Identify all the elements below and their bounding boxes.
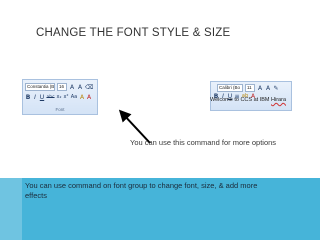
font-name-combo[interactable]: Constantia (Body — [25, 83, 55, 91]
format-painter-icon[interactable]: ✎ — [273, 85, 279, 92]
font-group-label: Font — [55, 107, 65, 112]
superscript-button[interactable]: x² — [63, 94, 69, 101]
annotation-text: You can use this command for more option… — [130, 138, 277, 147]
footer-text: You can use command on font group to cha… — [25, 181, 258, 200]
slide-title: CHANGE THE FONT STYLE & SIZE — [36, 27, 231, 39]
mini-toolbar-row1: Calibri (Bo 11 A A ✎ — [217, 84, 279, 92]
italic-button[interactable]: I — [32, 94, 38, 101]
change-case-button[interactable]: Aa — [70, 94, 78, 101]
band-accent — [0, 178, 22, 240]
document-text: Welcome to CCS at IBM Hirara — [210, 97, 286, 103]
subscript-button[interactable]: x₂ — [56, 94, 62, 101]
strikethrough-button[interactable]: abc — [46, 94, 55, 101]
font-group-ribbon: Constantia (Body 16 A A ⌫ B I U abc x₂ x… — [22, 79, 98, 115]
mini-font-name-combo[interactable]: Calibri (Bo — [217, 84, 243, 92]
font-size-combo[interactable]: 16 — [57, 83, 67, 91]
underline-button[interactable]: U — [39, 94, 45, 101]
highlight-color-button[interactable]: A — [79, 94, 85, 101]
font-group-row1: Constantia (Body 16 A A ⌫ — [25, 83, 93, 91]
font-group-row2: B I U abc x₂ x² Aa A A — [25, 94, 92, 101]
clear-format-button[interactable]: ⌫ — [85, 84, 93, 91]
bold-button[interactable]: B — [25, 94, 31, 101]
document-text-plain: Welcome to CCS at IBM — [210, 97, 272, 103]
font-color-button[interactable]: A — [86, 94, 92, 101]
document-text-misspelled: Hirara — [271, 97, 287, 103]
mini-font-size-combo[interactable]: 11 — [245, 84, 255, 92]
shrink-font-button[interactable]: A — [77, 84, 83, 91]
mini-shrink-font-button[interactable]: A — [265, 85, 271, 92]
mini-toolbar: Calibri (Bo 11 A A ✎ B I U ≡ ab A — [210, 81, 292, 111]
mini-grow-font-button[interactable]: A — [257, 85, 263, 92]
grow-font-button[interactable]: A — [69, 84, 75, 91]
slide: CHANGE THE FONT STYLE & SIZE Constantia … — [0, 0, 320, 240]
